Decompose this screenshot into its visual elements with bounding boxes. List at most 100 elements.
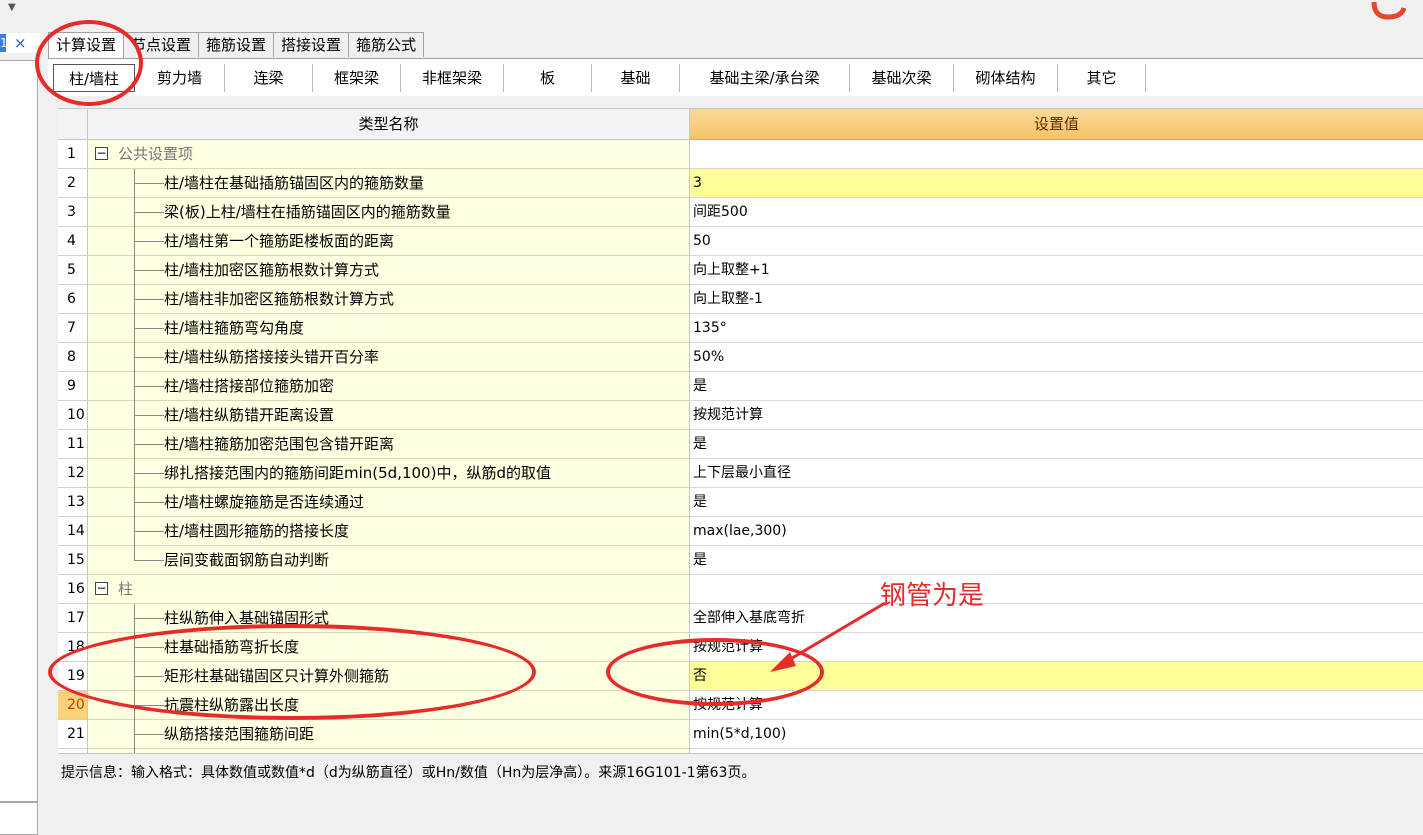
setting-value-cell[interactable]: 否 — [690, 662, 1423, 691]
table-row[interactable]: 17 柱纵筋伸入基础锚固形式 全部伸入基底弯折 — [58, 604, 1423, 633]
setting-value-cell[interactable]: 3 — [690, 169, 1423, 198]
left-tab[interactable]: 1 × — [0, 33, 40, 53]
group-row[interactable]: 1− 公共设置项 — [58, 140, 1423, 169]
setting-value-cell[interactable]: 按规范计算 — [690, 401, 1423, 430]
table-row[interactable]: 5 柱/墙柱加密区箍筋根数计算方式 向上取整+1 — [58, 256, 1423, 285]
table-row[interactable]: 4 柱/墙柱第一个箍筋距楼板面的距离 50 — [58, 227, 1423, 256]
setting-value-cell[interactable]: 间距500 — [690, 198, 1423, 227]
setting-value-cell[interactable]: 是 — [690, 372, 1423, 401]
table-row[interactable]: 9 柱/墙柱搭接部位箍筋加密 是 — [58, 372, 1423, 401]
close-icon[interactable]: × — [14, 33, 27, 53]
table-row[interactable]: 10 柱/墙柱纵筋错开距离设置 按规范计算 — [58, 401, 1423, 430]
tab-stirrup-settings[interactable]: 箍筋设置 — [198, 32, 275, 57]
tree-connector — [126, 691, 164, 720]
type-name-cell: − 柱 — [88, 575, 690, 604]
row-number: 10 — [58, 401, 88, 430]
tab-calc-settings[interactable]: 计算设置 — [48, 32, 125, 59]
setting-value-cell[interactable]: 50 — [690, 227, 1423, 256]
row-number: 16 — [58, 575, 88, 604]
dropdown-arrow-icon[interactable]: ▼ — [8, 2, 16, 13]
tree-connector — [126, 372, 164, 401]
tab-lap-settings[interactable]: 搭接设置 — [273, 32, 350, 57]
group-row[interactable]: 16− 柱 — [58, 575, 1423, 604]
type-name-label: 柱/墙柱箍筋加密范围包含错开距离 — [164, 435, 395, 453]
setting-value-cell — [690, 140, 1423, 169]
table-row[interactable]: 13 柱/墙柱螺旋箍筋是否连续通过 是 — [58, 488, 1423, 517]
group-label: 公共设置项 — [118, 145, 194, 163]
setting-value-cell[interactable]: 按规范计算 — [690, 633, 1423, 662]
subtab-column[interactable]: 柱/墙柱 — [53, 63, 135, 92]
row-number: 9 — [58, 372, 88, 401]
row-number: 20 — [58, 691, 88, 720]
setting-value-cell[interactable]: max(lae,300) — [690, 517, 1423, 546]
type-name-cell: 柱/墙柱箍筋加密范围包含错开距离 — [88, 430, 690, 459]
type-name-label: 柱/墙柱纵筋错开距离设置 — [164, 406, 335, 424]
subtab-frame-beam[interactable]: 框架梁 — [313, 63, 401, 92]
table-row[interactable]: 18 柱基础插筋弯折长度 按规范计算 — [58, 633, 1423, 662]
setting-value-cell[interactable]: 50% — [690, 343, 1423, 372]
table-row[interactable]: 7 柱/墙柱箍筋弯勾角度 135° — [58, 314, 1423, 343]
collapse-toggle-icon[interactable]: − — [95, 147, 108, 160]
setting-value-cell[interactable]: 全部伸入基底弯折 — [690, 604, 1423, 633]
setting-value-cell[interactable]: 是 — [690, 488, 1423, 517]
grid-header: 类型名称 设置值 — [58, 109, 1423, 140]
tree-connector — [126, 546, 164, 575]
table-row[interactable]: 3 梁(板)上柱/墙柱在插筋锚固区内的箍筋数量 间距500 — [58, 198, 1423, 227]
subtab-foundation-secondary-beam[interactable]: 基础次梁 — [850, 63, 954, 92]
type-name-label: 柱/墙柱纵筋搭接接头错开百分率 — [164, 348, 380, 366]
subtab-other[interactable]: 其它 — [1058, 63, 1146, 92]
row-number: 18 — [58, 633, 88, 662]
setting-value-cell[interactable]: 135° — [690, 314, 1423, 343]
type-name-cell: 柱/墙柱纵筋搭接接头错开百分率 — [88, 343, 690, 372]
tree-connector — [126, 314, 164, 343]
setting-value-cell[interactable]: 按规范计算 — [690, 691, 1423, 720]
table-row[interactable]: 2 柱/墙柱在基础插筋锚固区内的箍筋数量 3 — [58, 169, 1423, 198]
row-number: 5 — [58, 256, 88, 285]
type-name-cell: 柱/墙柱加密区箍筋根数计算方式 — [88, 256, 690, 285]
type-name-cell: 柱/墙柱箍筋弯勾角度 — [88, 314, 690, 343]
type-name-cell: 柱纵筋伸入基础锚固形式 — [88, 604, 690, 633]
tree-connector — [126, 256, 164, 285]
subtab-foundation-main-beam[interactable]: 基础主梁/承台梁 — [680, 63, 850, 92]
setting-value-cell[interactable]: 是 — [690, 546, 1423, 575]
tree-connector — [126, 604, 164, 633]
table-row[interactable]: 14 柱/墙柱圆形箍筋的搭接长度 max(lae,300) — [58, 517, 1423, 546]
table-row[interactable]: 21 纵筋搭接范围箍筋间距 min(5*d,100) — [58, 720, 1423, 749]
table-row[interactable]: 6 柱/墙柱非加密区箍筋根数计算方式 向上取整-1 — [58, 285, 1423, 314]
type-name-label: 柱/墙柱搭接部位箍筋加密 — [164, 377, 335, 395]
type-name-cell: 抗震柱纵筋露出长度 — [88, 691, 690, 720]
tab-stirrup-formula[interactable]: 箍筋公式 — [348, 32, 425, 57]
type-name-cell: 柱/墙柱第一个箍筋距楼板面的距离 — [88, 227, 690, 256]
setting-value-cell[interactable]: 向上取整+1 — [690, 256, 1423, 285]
top-tab-bar: 计算设置 节点设置 箍筋设置 搭接设置 箍筋公式 — [48, 32, 425, 59]
row-number: 15 — [58, 546, 88, 575]
tab-node-settings[interactable]: 节点设置 — [123, 32, 200, 57]
setting-value-cell[interactable]: 上下层最小直径 — [690, 459, 1423, 488]
table-row[interactable]: 15 层间变截面钢筋自动判断 是 — [58, 546, 1423, 575]
type-name-label: 绑扎搭接范围内的箍筋间距min(5d,100)中，纵筋d的取值 — [164, 464, 551, 482]
table-row[interactable]: 19 矩形柱基础锚固区只计算外侧箍筋 否 — [58, 662, 1423, 691]
row-number: 12 — [58, 459, 88, 488]
subtab-coupling-beam[interactable]: 连梁 — [225, 63, 313, 92]
subtab-slab[interactable]: 板 — [504, 63, 592, 92]
row-number: 11 — [58, 430, 88, 459]
header-type-name: 类型名称 — [88, 109, 690, 140]
table-row[interactable]: 20 抗震柱纵筋露出长度 按规范计算 — [58, 691, 1423, 720]
table-row[interactable]: 8 柱/墙柱纵筋搭接接头错开百分率 50% — [58, 343, 1423, 372]
type-name-label: 柱/墙柱圆形箍筋的搭接长度 — [164, 522, 350, 540]
subtab-masonry[interactable]: 砌体结构 — [954, 63, 1058, 92]
subtab-foundation[interactable]: 基础 — [592, 63, 680, 92]
row-number: 3 — [58, 198, 88, 227]
table-row[interactable]: 11 柱/墙柱箍筋加密范围包含错开距离 是 — [58, 430, 1423, 459]
setting-value-cell[interactable]: min(5*d,100) — [690, 720, 1423, 749]
tree-connector — [126, 633, 164, 662]
type-name-label: 柱/墙柱在基础插筋锚固区内的箍筋数量 — [164, 174, 425, 192]
setting-value-cell[interactable]: 是 — [690, 430, 1423, 459]
subtab-non-frame-beam[interactable]: 非框架梁 — [401, 63, 504, 92]
collapse-toggle-icon[interactable]: − — [95, 582, 108, 595]
subtab-shear-wall[interactable]: 剪力墙 — [135, 63, 225, 92]
table-row[interactable]: 12 绑扎搭接范围内的箍筋间距min(5d,100)中，纵筋d的取值 上下层最小直径 — [58, 459, 1423, 488]
type-name-cell: 柱/墙柱螺旋箍筋是否连续通过 — [88, 488, 690, 517]
setting-value-cell[interactable]: 向上取整-1 — [690, 285, 1423, 314]
type-name-cell: 纵筋搭接范围箍筋间距 — [88, 720, 690, 749]
